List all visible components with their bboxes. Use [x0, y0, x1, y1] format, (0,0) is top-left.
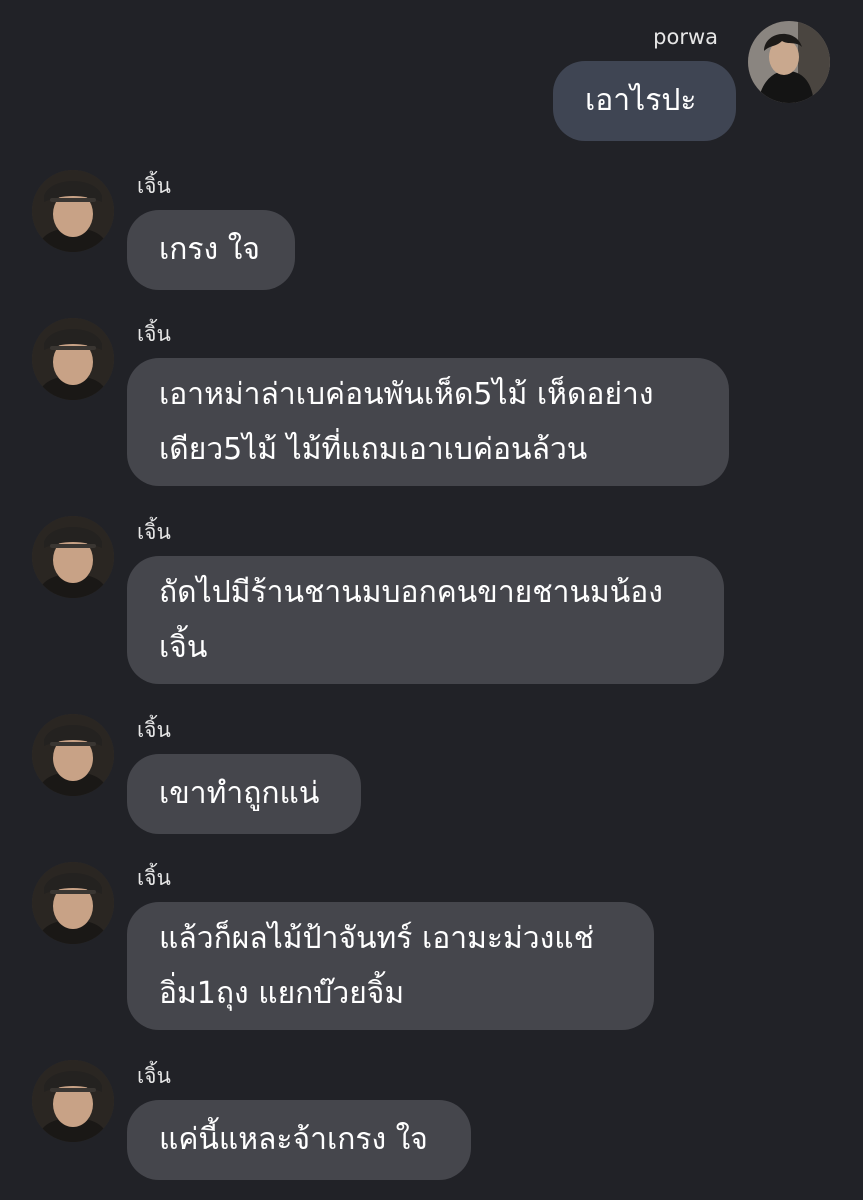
incoming-message-row: เจิ้น ถัดไปมีร้านชานมบอกคนขายชานมน้อง เจ…: [0, 514, 863, 694]
sender-name: เจิ้น: [137, 520, 171, 544]
sender-name: เจิ้น: [137, 322, 171, 346]
message-text: เขาทำถูกแน่: [159, 776, 320, 811]
message-bubble[interactable]: แค่นี้แหละจ้าเกรง ใจ: [127, 1100, 471, 1180]
avatar[interactable]: [32, 714, 114, 796]
incoming-message-row: เจิ้น แค่นี้แหละจ้าเกรง ใจ: [0, 1058, 863, 1188]
avatar-image: [32, 170, 114, 252]
message-text-line: อิ่ม1ถุง แยกบ๊วยจิ้ม: [159, 976, 405, 1011]
message-text: เกรง ใจ: [159, 232, 260, 267]
sender-name: เจิ้น: [137, 718, 171, 742]
sender-name: เจิ้น: [137, 174, 171, 198]
message-text-line: เอาหม่าล่าเบค่อนพันเห็ด5ไม้ เห็ดอย่าง: [159, 377, 654, 412]
message-text: เอาไรปะ: [585, 83, 697, 118]
avatar-image: [32, 516, 114, 598]
avatar-image: [32, 862, 114, 944]
message-bubble[interactable]: เอาหม่าล่าเบค่อนพันเห็ด5ไม้ เห็ดอย่าง เด…: [127, 358, 729, 486]
avatar-image: [748, 21, 830, 103]
message-text: แค่นี้แหละจ้าเกรง ใจ: [159, 1122, 428, 1157]
message-bubble[interactable]: เกรง ใจ: [127, 210, 295, 290]
incoming-message-row: เจิ้น เขาทำถูกแน่: [0, 712, 863, 842]
sender-name: porwa: [653, 25, 718, 49]
message-bubble[interactable]: ถัดไปมีร้านชานมบอกคนขายชานมน้อง เจิ้น: [127, 556, 724, 684]
avatar[interactable]: [748, 21, 830, 103]
incoming-message-row: เจิ้น เกรง ใจ: [0, 168, 863, 298]
incoming-message-row: เจิ้น เอาหม่าล่าเบค่อนพันเห็ด5ไม้ เห็ดอย…: [0, 316, 863, 496]
avatar[interactable]: [32, 516, 114, 598]
message-text-line: เดียว5ไม้ ไม้ที่แถมเอาเบค่อนล้วน: [159, 432, 588, 467]
message-text-line: เจิ้น: [159, 630, 208, 665]
avatar-image: [32, 1060, 114, 1142]
avatar-image: [32, 714, 114, 796]
message-bubble[interactable]: เอาไรปะ: [553, 61, 736, 141]
sender-name: เจิ้น: [137, 866, 171, 890]
message-text-line: แล้วก็ผลไม้ป้าจันทร์ เอามะม่วงแช่: [159, 921, 594, 956]
incoming-message-row: เจิ้น แล้วก็ผลไม้ป้าจันทร์ เอามะม่วงแช่ …: [0, 860, 863, 1040]
avatar[interactable]: [32, 318, 114, 400]
message-bubble[interactable]: เขาทำถูกแน่: [127, 754, 361, 834]
sender-name: เจิ้น: [137, 1064, 171, 1088]
message-text-line: ถัดไปมีร้านชานมบอกคนขายชานมน้อง: [159, 575, 663, 610]
outgoing-message-row: porwa เอาไรปะ: [0, 0, 863, 150]
avatar[interactable]: [32, 170, 114, 252]
message-bubble[interactable]: แล้วก็ผลไม้ป้าจันทร์ เอามะม่วงแช่ อิ่ม1ถ…: [127, 902, 654, 1030]
avatar[interactable]: [32, 862, 114, 944]
avatar[interactable]: [32, 1060, 114, 1142]
avatar-image: [32, 318, 114, 400]
